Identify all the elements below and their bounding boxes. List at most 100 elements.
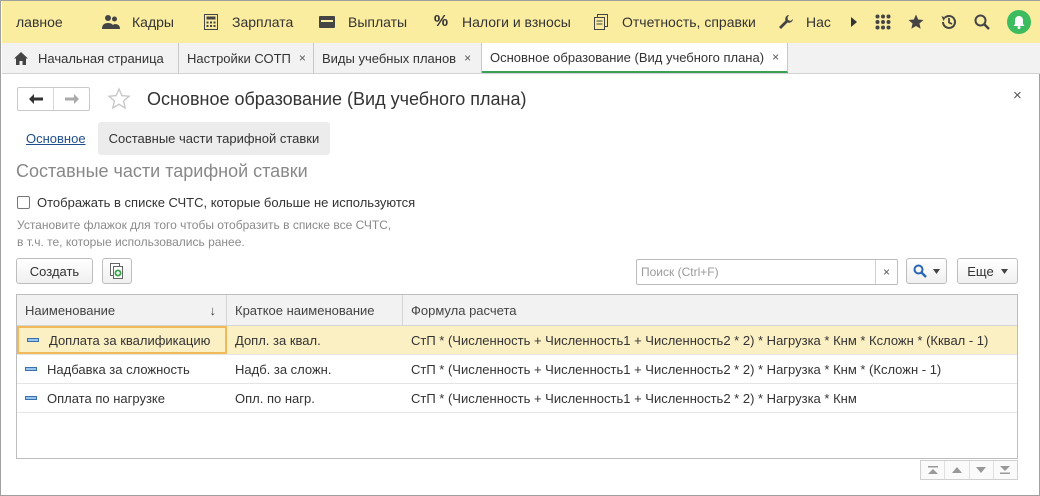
- tab-label: Настройки СОТП: [187, 50, 291, 66]
- copy-button[interactable]: [102, 258, 132, 284]
- cell-short-name[interactable]: Надб. за сложн.: [227, 355, 403, 383]
- table-row[interactable]: Надбавка за сложность Надб. за сложн. Ст…: [17, 355, 1017, 384]
- menu-item-label: Зарплата: [232, 14, 294, 30]
- scroll-down-button[interactable]: [970, 461, 994, 479]
- more-menu-button[interactable]: Еще: [957, 258, 1018, 284]
- cell-short-name[interactable]: Опл. по нагр.: [227, 384, 403, 412]
- item-icon: [25, 367, 37, 371]
- notifications-button[interactable]: [998, 1, 1040, 43]
- scroll-bottom-icon: [1000, 466, 1011, 474]
- menu-item-taxes[interactable]: % Налоги и взносы: [422, 1, 582, 43]
- cell-text: Оплата по нагрузке: [47, 390, 165, 406]
- scroll-down-icon: [976, 467, 987, 473]
- scroll-top-icon: [927, 466, 938, 474]
- cell-text: Надбавка за сложность: [47, 361, 190, 377]
- people-icon: [102, 13, 120, 31]
- menu-item-label: Кадры: [132, 14, 174, 30]
- cell-name[interactable]: Надбавка за сложность: [17, 355, 227, 383]
- hint-line: Установите флажок для того чтобы отобраз…: [17, 218, 392, 232]
- chevron-down-icon: [1000, 268, 1008, 274]
- search-field: ×: [636, 259, 898, 285]
- section-current-rate-parts[interactable]: Составные части тарифной ставки: [97, 122, 331, 155]
- column-header-name[interactable]: Наименование ↓: [17, 295, 227, 325]
- cell-short-name[interactable]: Допл. за квал.: [227, 326, 403, 354]
- table-row[interactable]: Доплата за квалификацию Допл. за квал. С…: [17, 326, 1017, 355]
- percent-icon: %: [433, 13, 449, 30]
- table-row[interactable]: Оплата по нагрузке Опл. по нагр. СтП * (…: [17, 384, 1017, 413]
- add-to-favorites-star-icon[interactable]: [107, 87, 131, 111]
- close-tab-icon[interactable]: ×: [299, 51, 306, 65]
- tab-label: Основное образование (Вид учебного плана…: [490, 49, 765, 65]
- arrow-left-icon: [28, 94, 43, 104]
- menu-item-payments[interactable]: Выплаты: [308, 1, 422, 43]
- cell-name[interactable]: Оплата по нагрузке: [17, 384, 227, 412]
- menu-item-settings[interactable]: Нас: [768, 1, 831, 43]
- bell-icon: [1007, 10, 1031, 34]
- search-icon[interactable]: [965, 1, 998, 43]
- tab-sotp-settings[interactable]: Настройки СОТП ×: [179, 43, 314, 73]
- history-icon[interactable]: [932, 1, 965, 43]
- item-icon: [27, 338, 39, 342]
- form-sections-nav: Основное Составные части тарифной ставки: [17, 122, 331, 155]
- open-tabs-bar: Начальная страница Настройки СОТП × Виды…: [2, 43, 1040, 74]
- table-header: Наименование ↓ Краткое наименование Форм…: [17, 295, 1017, 326]
- tab-plan-types[interactable]: Виды учебных планов ×: [314, 43, 482, 73]
- apps-grid-icon[interactable]: [866, 1, 899, 43]
- arrow-right-icon: [64, 94, 79, 104]
- cell-name[interactable]: Доплата за квалификацию: [17, 326, 227, 354]
- forward-button[interactable]: [54, 88, 89, 110]
- tab-home[interactable]: Начальная страница: [2, 43, 179, 73]
- show-unused-checkbox[interactable]: [17, 196, 30, 209]
- section-link-main[interactable]: Основное: [17, 131, 96, 146]
- menu-item-label: Налоги и взносы: [462, 14, 571, 30]
- copy-add-icon: [110, 263, 123, 279]
- scroll-up-icon: [951, 467, 962, 473]
- search-options-button[interactable]: [906, 258, 947, 284]
- calculator-icon: [202, 13, 220, 31]
- chevron-down-icon: [933, 268, 940, 274]
- scroll-bottom-button[interactable]: [994, 461, 1017, 479]
- menu-item-label: Нас: [806, 14, 831, 30]
- sort-arrow-icon: ↓: [209, 302, 217, 318]
- cell-formula[interactable]: СтП * (Численность + Численность1 + Числ…: [403, 355, 1017, 383]
- clear-search-icon[interactable]: ×: [875, 260, 897, 284]
- menu-item-salary[interactable]: Зарплата: [192, 1, 308, 43]
- history-nav: [17, 87, 90, 111]
- app-window: лавное Кадры Зарплата Выплаты % Налоги и…: [0, 0, 1040, 496]
- cell-formula[interactable]: СтП * (Численность + Численность1 + Числ…: [403, 384, 1017, 412]
- back-button[interactable]: [18, 88, 54, 110]
- close-tab-icon[interactable]: ×: [772, 50, 779, 64]
- hint-text: Установите флажок для того чтобы отобраз…: [17, 217, 437, 251]
- page-title: Основное образование (Вид учебного плана…: [147, 89, 527, 109]
- cell-text: Доплата за квалификацию: [49, 332, 211, 348]
- menu-item-hr[interactable]: Кадры: [92, 1, 192, 43]
- menu-item-label: лавное: [16, 14, 63, 30]
- create-button[interactable]: Создать: [16, 258, 93, 284]
- rate-parts-table: Наименование ↓ Краткое наименование Форм…: [16, 294, 1018, 459]
- menu-item-main[interactable]: лавное: [2, 1, 92, 43]
- scroll-right-icon[interactable]: [842, 1, 866, 43]
- menu-item-label: Отчетность, справки: [622, 14, 756, 30]
- search-input[interactable]: [637, 260, 875, 284]
- scroll-up-button[interactable]: [945, 461, 970, 479]
- favorites-star-icon[interactable]: [899, 1, 932, 43]
- tab-basic-education[interactable]: Основное образование (Вид учебного плана…: [482, 43, 788, 73]
- checkbox-label: Отображать в списке СЧТС, которые больше…: [37, 195, 416, 210]
- wallet-icon: [318, 13, 336, 31]
- column-header-label: Формула расчета: [411, 302, 517, 318]
- column-header-label: Краткое наименование: [235, 302, 375, 318]
- close-window-icon[interactable]: ×: [1013, 87, 1022, 104]
- tab-label: Начальная страница: [38, 50, 164, 66]
- column-header-short-name[interactable]: Краткое наименование: [227, 295, 403, 325]
- more-label: Еще: [967, 263, 994, 279]
- tab-label: Виды учебных планов: [322, 50, 457, 66]
- wrench-icon: [778, 13, 794, 31]
- scroll-top-button[interactable]: [921, 461, 946, 479]
- menu-item-reports[interactable]: Отчетность, справки: [582, 1, 768, 43]
- close-tab-icon[interactable]: ×: [464, 51, 471, 65]
- item-icon: [25, 396, 37, 400]
- show-unused-checkbox-row[interactable]: Отображать в списке СЧТС, которые больше…: [17, 195, 415, 210]
- column-header-formula[interactable]: Формула расчета: [403, 295, 1017, 325]
- hint-line: в т.ч. те, которые использовались ранее.: [17, 235, 245, 249]
- cell-formula[interactable]: СтП * (Численность + Численность1 + Числ…: [403, 326, 1017, 354]
